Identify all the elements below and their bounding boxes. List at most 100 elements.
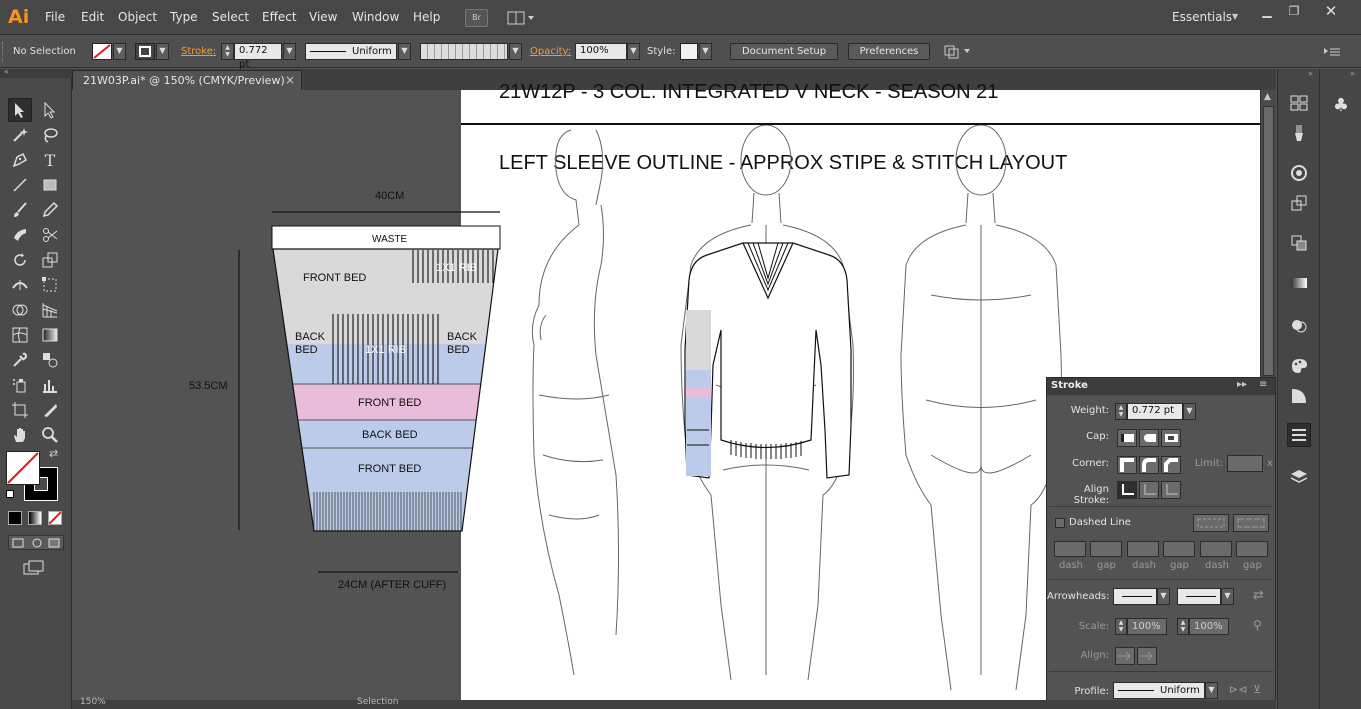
- scroll-thumb[interactable]: [1263, 106, 1274, 376]
- opacity-label[interactable]: Opacity:: [530, 46, 571, 57]
- opacity-dropdown[interactable]: ▼: [627, 43, 640, 60]
- variable-width-profile[interactable]: Uniform: [305, 43, 397, 60]
- menu-effect[interactable]: Effect: [262, 10, 297, 24]
- fill-color-box[interactable]: [6, 451, 40, 485]
- width-tool[interactable]: [8, 273, 32, 297]
- gradient-tool[interactable]: [38, 323, 62, 347]
- blend-tool[interactable]: [38, 348, 62, 372]
- gap-1-input[interactable]: [1090, 541, 1122, 557]
- stroke-weight-input[interactable]: 0.772 pt: [234, 43, 282, 70]
- panel-expand-icon[interactable]: ▸▸: [1237, 379, 1247, 390]
- scroll-up-icon[interactable]: ▲: [1264, 92, 1271, 102]
- fill-dropdown[interactable]: ▼: [113, 43, 126, 60]
- symbols-panel-button[interactable]: [1287, 384, 1311, 408]
- dash-2-input[interactable]: [1127, 541, 1159, 557]
- line-segment-tool[interactable]: [8, 173, 32, 197]
- rectangle-tool[interactable]: [38, 173, 62, 197]
- dash-1-input[interactable]: [1054, 541, 1086, 557]
- document-setup-button[interactable]: Document Setup: [730, 43, 838, 60]
- projecting-cap-button[interactable]: [1161, 429, 1181, 447]
- pencil-tool[interactable]: [38, 198, 62, 222]
- pathfinder-panel-button[interactable]: [1287, 314, 1311, 338]
- menu-file[interactable]: File: [45, 10, 65, 24]
- eyedropper-tool[interactable]: [8, 348, 32, 372]
- round-join-button[interactable]: [1139, 456, 1159, 474]
- align-outside-button[interactable]: [1161, 481, 1181, 499]
- stroke-dropdown[interactable]: ▼: [156, 43, 169, 60]
- start-scale-input[interactable]: 100%: [1127, 618, 1167, 635]
- transparency-panel-button[interactable]: [1287, 231, 1311, 255]
- control-panel-menu-icon[interactable]: [1322, 45, 1342, 59]
- workspace-switcher[interactable]: Essentials: [1172, 10, 1232, 24]
- scale-2-stepper[interactable]: ▲ ▼: [1177, 618, 1189, 635]
- paintbrush-tool[interactable]: [8, 198, 32, 222]
- dock2-collapse-icon[interactable]: »: [1350, 69, 1355, 78]
- weight-input[interactable]: 0.772 pt: [1127, 403, 1183, 420]
- butt-cap-button[interactable]: [1117, 429, 1137, 447]
- blob-brush-tool[interactable]: [8, 223, 32, 247]
- dashed-line-checkbox[interactable]: [1055, 518, 1065, 528]
- minimize-button[interactable]: ▁: [1252, 4, 1282, 20]
- weight-dropdown[interactable]: ▼: [1183, 403, 1196, 420]
- menu-view[interactable]: View: [309, 10, 337, 24]
- limit-input[interactable]: [1227, 455, 1263, 472]
- fill-swatch[interactable]: [92, 43, 112, 60]
- color-mode-button[interactable]: [8, 511, 22, 525]
- magic-wand-tool[interactable]: [8, 123, 32, 147]
- swap-colors-icon[interactable]: ⇄: [49, 447, 58, 460]
- miter-join-button[interactable]: [1117, 456, 1137, 474]
- brushes-panel-button[interactable]: [1287, 121, 1311, 145]
- stroke-label[interactable]: Stroke:: [181, 46, 216, 57]
- arrow-extend-button[interactable]: [1115, 647, 1135, 665]
- preserve-dash-button[interactable]: [1193, 514, 1229, 532]
- swap-arrowheads-icon[interactable]: ⇄: [1253, 588, 1264, 603]
- screen-mode-button[interactable]: [22, 560, 46, 576]
- dash-3-input[interactable]: [1200, 541, 1232, 557]
- menu-select[interactable]: Select: [212, 10, 249, 24]
- stroke-panel-button[interactable]: [1287, 423, 1311, 447]
- default-colors-icon[interactable]: [6, 490, 14, 498]
- type-tool[interactable]: T: [38, 148, 62, 172]
- gradient-panel-button[interactable]: [1287, 271, 1311, 295]
- artboard-tool[interactable]: [8, 398, 32, 422]
- column-graph-tool[interactable]: [38, 373, 62, 397]
- zoom-tool[interactable]: [38, 423, 62, 447]
- rotate-tool[interactable]: [8, 248, 32, 272]
- zoom-level[interactable]: 150%: [80, 697, 106, 707]
- stroke-panel-header[interactable]: Stroke ▸▸ ≡: [1047, 378, 1275, 395]
- scale-tool[interactable]: [38, 248, 62, 272]
- selection-tool[interactable]: [8, 98, 32, 122]
- scale-1-stepper[interactable]: ▲ ▼: [1115, 618, 1127, 635]
- graphic-styles-panel-button[interactable]: [1287, 354, 1311, 378]
- grip-handle[interactable]: [2, 42, 6, 62]
- gap-3-input[interactable]: [1236, 541, 1268, 557]
- document-close-button[interactable]: ×: [285, 73, 295, 87]
- menu-object[interactable]: Object: [118, 10, 157, 24]
- stroke-stepper[interactable]: ▲ ▼: [221, 43, 234, 60]
- profile-select[interactable]: Uniform: [1113, 682, 1205, 699]
- collapse-icon[interactable]: «: [4, 67, 9, 76]
- panel-menu-icon[interactable]: ≡: [1259, 379, 1267, 390]
- perspective-grid-tool[interactable]: [38, 298, 62, 322]
- align-center-button[interactable]: [1117, 481, 1137, 499]
- arrange-button[interactable]: [942, 43, 972, 60]
- graphic-style-swatch[interactable]: [680, 43, 698, 60]
- stroke-weight-dropdown[interactable]: ▼: [283, 43, 296, 60]
- status-tool[interactable]: Selection: [357, 697, 398, 707]
- scissors-tool[interactable]: [38, 223, 62, 247]
- swatches-panel-button[interactable]: [1287, 91, 1311, 115]
- bevel-join-button[interactable]: [1161, 456, 1181, 474]
- none-mode-button[interactable]: [48, 511, 62, 525]
- menu-type[interactable]: Type: [170, 10, 198, 24]
- slice-tool[interactable]: [38, 398, 62, 422]
- mesh-tool[interactable]: [8, 323, 32, 347]
- end-scale-input[interactable]: 100%: [1189, 618, 1229, 635]
- direct-selection-tool[interactable]: [38, 98, 62, 122]
- close-window-button[interactable]: ✕: [1316, 4, 1346, 20]
- pen-tool[interactable]: [8, 148, 32, 172]
- arrange-documents-button[interactable]: [506, 9, 536, 27]
- profile-dropdown[interactable]: ▼: [398, 43, 411, 60]
- flip-along-icon[interactable]: ⊳⊲: [1229, 683, 1247, 696]
- start-arrowhead-dropdown[interactable]: ▼: [1157, 588, 1170, 605]
- menu-edit[interactable]: Edit: [81, 10, 104, 24]
